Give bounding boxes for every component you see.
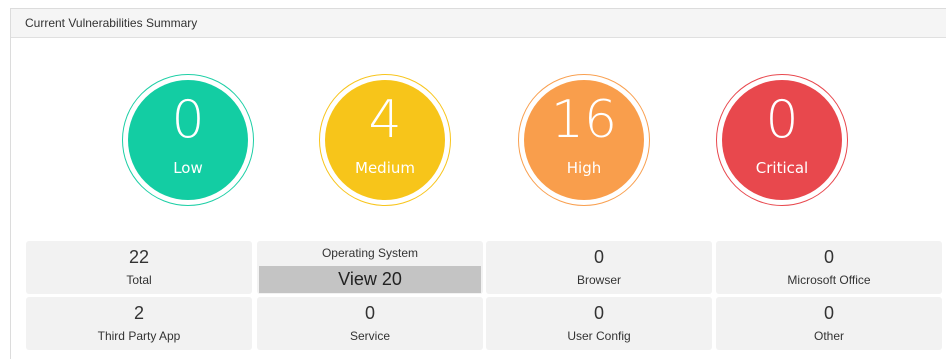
severity-high-circle[interactable]: 16 High <box>518 74 650 206</box>
severity-high-count: 16 <box>550 90 618 150</box>
tile-other-label: Other <box>813 329 844 343</box>
tile-other-value: 0 <box>823 303 834 323</box>
severity-low-label: Low <box>173 159 203 177</box>
severity-medium-count: 4 <box>368 90 402 150</box>
severity-critical-label: Critical <box>755 159 809 177</box>
tile-total-label: Total <box>126 273 152 287</box>
tile-user-config[interactable]: 0 User Config <box>486 297 712 350</box>
tile-user-config-label: User Config <box>567 329 631 343</box>
severity-low-count: 0 <box>171 90 205 150</box>
tile-browser-value: 0 <box>593 247 604 267</box>
severity-medium-circle[interactable]: 4 Medium <box>319 74 451 206</box>
panel-title: Current Vulnerabilities Summary <box>11 9 946 38</box>
tile-other[interactable]: 0 Other <box>716 297 942 350</box>
tile-total-value: 22 <box>128 247 150 267</box>
severity-high-label: High <box>566 159 602 177</box>
view-operating-system-button[interactable]: View 20 <box>259 266 481 293</box>
severity-medium-label: Medium <box>355 159 415 177</box>
tile-third-party-app-label: Third Party App <box>97 329 181 343</box>
tile-third-party-app-value: 2 <box>133 303 144 323</box>
tile-operating-system: Operating System View 20 <box>257 241 483 294</box>
tile-service-value: 0 <box>364 303 375 323</box>
tile-browser[interactable]: 0 Browser <box>486 241 712 294</box>
severity-critical-count: 0 <box>765 90 799 150</box>
tile-microsoft-office-label: Microsoft Office <box>787 273 871 287</box>
severity-low-circle[interactable]: 0 Low <box>122 74 254 206</box>
tile-browser-label: Browser <box>576 273 621 287</box>
tile-operating-system-label: Operating System <box>321 246 419 260</box>
tile-user-config-value: 0 <box>593 303 604 323</box>
tile-microsoft-office-value: 0 <box>823 247 834 267</box>
severity-critical-circle[interactable]: 0 Critical <box>716 74 848 206</box>
tile-microsoft-office[interactable]: 0 Microsoft Office <box>716 241 942 294</box>
tile-service-label: Service <box>349 329 390 343</box>
tile-service[interactable]: 0 Service <box>257 297 483 350</box>
tile-third-party-app[interactable]: 2 Third Party App <box>26 297 252 350</box>
tile-total[interactable]: 22 Total <box>26 241 252 294</box>
